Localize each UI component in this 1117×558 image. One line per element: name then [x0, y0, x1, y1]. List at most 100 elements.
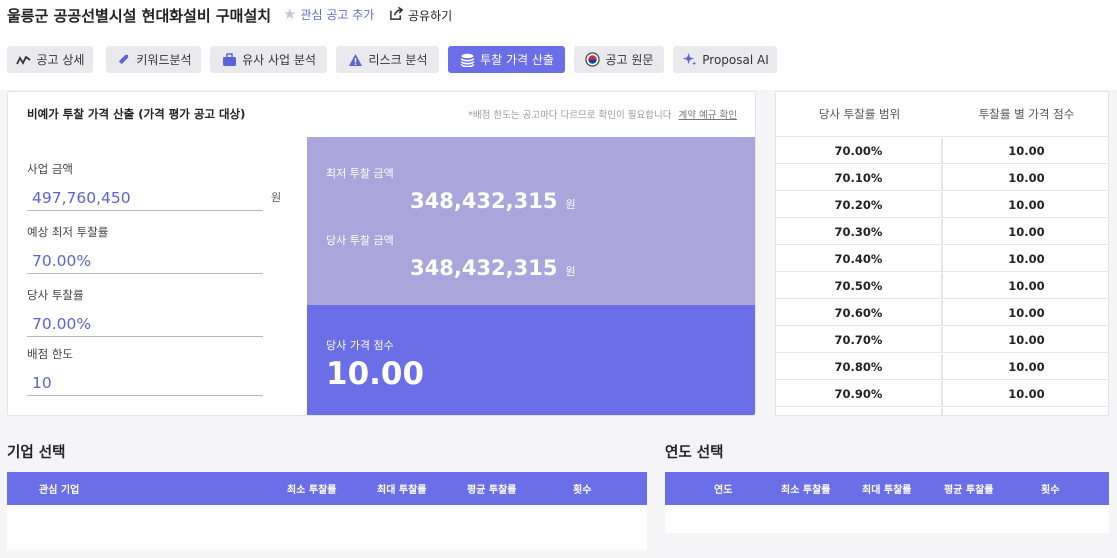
year-header-cell: 최소 투찰률 — [781, 485, 831, 496]
chart-line-icon — [16, 52, 32, 68]
table-row: 70.80% 10.00 — [776, 354, 1108, 381]
rate-cell: 70.50% — [776, 273, 943, 299]
score-cell: 10.00 — [943, 381, 1108, 407]
table-row: 70.20% 10.00 — [776, 192, 1108, 219]
tag-icon — [115, 52, 131, 68]
favorite-button[interactable]: ★ 관심 공고 추가 — [283, 6, 374, 23]
company-header-cell: 관심 기업 — [39, 485, 80, 496]
min-bid-amount: 348,432,315 원 — [410, 189, 576, 213]
star-icon: ★ — [283, 5, 297, 23]
business-amount-unit: 원 — [271, 191, 282, 204]
score-cell: 10.00 — [943, 246, 1108, 272]
our-bid-value: 348,432,315 — [410, 256, 558, 280]
note-text: *배점 한도는 공고마다 다르므로 확인이 필요합니다 — [468, 110, 672, 121]
company-header-cell: 횟수 — [573, 485, 592, 496]
tab-label: 공고 상세 — [36, 53, 85, 67]
min-bid-unit: 원 — [565, 198, 576, 211]
table-row: 70.90% 10.00 — [776, 381, 1108, 408]
calculator-note: *배점 한도는 공고마다 다르므로 확인이 필요합니다 계약 예규 확인 — [468, 107, 737, 121]
expected-min-rate-input[interactable]: 70.00% — [27, 248, 263, 274]
page-title: 울릉군 공공선별시설 현대화설비 구매설치 — [7, 7, 272, 25]
rate-cell: 70.90% — [776, 381, 943, 407]
table-row: 70.50% 10.00 — [776, 273, 1108, 300]
company-section-title: 기업 선택 — [7, 445, 66, 461]
rate-cell: 70.20% — [776, 192, 943, 218]
tab-similar-projects[interactable]: 유사 사업 분석 — [210, 46, 327, 73]
our-bid-amount: 348,432,315 원 — [410, 256, 576, 280]
contract-rule-link[interactable]: 계약 예규 확인 — [679, 110, 737, 121]
price-score-header: 투찰률 별 가격 점수 — [978, 107, 1075, 121]
expected-min-rate-label: 예상 최저 투찰률 — [27, 225, 109, 239]
tab-keyword-analysis[interactable]: 키워드분석 — [106, 46, 201, 73]
tab-label: 투찰 가격 산출 — [480, 53, 554, 67]
bid-amount-panel: 최저 투찰 금액 348,432,315 원 당사 투찰 금액 348,432,… — [307, 137, 755, 305]
score-cell — [943, 408, 1108, 415]
year-header-cell: 평균 투찰률 — [944, 485, 994, 496]
table-row: 70.70% 10.00 — [776, 327, 1108, 354]
score-cell: 10.00 — [943, 165, 1108, 191]
warning-icon — [347, 52, 363, 68]
year-table-header: 연도 최소 투찰률 최대 투찰률 평균 투찰률 횟수 — [665, 472, 1109, 505]
score-cell: 10.00 — [943, 192, 1108, 218]
rate-cell: 70.80% — [776, 354, 943, 380]
company-header-cell: 최대 투찰률 — [377, 485, 427, 496]
our-rate-label: 당사 투찰률 — [27, 288, 84, 302]
score-cell: 10.00 — [943, 354, 1108, 380]
tab-notice-original[interactable]: 공고 원문 — [574, 46, 664, 73]
our-bid-label: 당사 투찰 금액 — [326, 234, 394, 247]
company-header-cell: 최소 투찰률 — [287, 485, 337, 496]
rate-score-table: 당사 투찰률 범위 투찰률 별 가격 점수 70.00% 10.00 70.10%… — [775, 91, 1109, 416]
company-header-cell: 평균 투찰률 — [467, 485, 517, 496]
year-table-body — [665, 505, 1109, 533]
briefcase-icon — [221, 52, 237, 68]
our-rate-input[interactable]: 70.00% — [27, 311, 263, 337]
year-header-cell: 최대 투찰률 — [862, 485, 912, 496]
bid-calculator-card: 비예가 투찰 가격 산출 (가격 평가 공고 대상) *배점 한도는 공고마다 … — [7, 91, 756, 416]
korea-flag-icon — [585, 52, 601, 68]
our-score-label: 당사 가격 점수 — [326, 339, 394, 352]
table-row-partial — [776, 408, 1108, 415]
tab-label: 공고 원문 — [605, 53, 654, 67]
our-score-value: 10.00 — [326, 356, 425, 392]
rate-cell: 70.60% — [776, 300, 943, 326]
calculator-title: 비예가 투찰 가격 산출 (가격 평가 공고 대상) — [27, 107, 246, 121]
rate-cell: 70.70% — [776, 327, 943, 353]
tab-label: 유사 사업 분석 — [242, 53, 316, 67]
tab-label: 리스크 분석 — [368, 53, 428, 67]
business-amount-label: 사업 금액 — [27, 162, 73, 176]
rate-cell: 70.10% — [776, 165, 943, 191]
title-bar: 울릉군 공공선별시설 현대화설비 구매설치 ★ 관심 공고 추가 공유하기 — [0, 0, 1117, 30]
year-section-title: 연도 선택 — [665, 445, 724, 461]
tab-proposal-ai[interactable]: Proposal AI — [673, 46, 777, 73]
rate-range-header: 당사 투찰률 범위 — [818, 107, 901, 121]
rate-cell: 70.40% — [776, 246, 943, 272]
table-row: 70.60% 10.00 — [776, 300, 1108, 327]
share-button[interactable]: 공유하기 — [389, 6, 452, 24]
tab-notice-detail[interactable]: 공고 상세 — [7, 46, 93, 73]
tab-risk-analysis[interactable]: 리스크 분석 — [336, 46, 439, 73]
score-cell: 10.00 — [943, 138, 1108, 164]
year-header-cell: 횟수 — [1041, 485, 1060, 496]
min-bid-label: 최저 투찰 금액 — [326, 167, 394, 180]
year-header-cell: 연도 — [714, 485, 733, 496]
coins-icon — [459, 52, 475, 68]
tab-bid-price-calc[interactable]: 투찰 가격 산출 — [448, 46, 565, 73]
score-limit-label: 배점 한도 — [27, 347, 73, 361]
score-limit-input[interactable]: 10 — [27, 370, 263, 396]
table-row: 70.40% 10.00 — [776, 246, 1108, 273]
rate-table-header: 당사 투찰률 범위 투찰률 별 가격 점수 — [776, 92, 1108, 137]
sparkle-icon — [681, 52, 697, 68]
rate-cell: 70.00% — [776, 138, 943, 164]
business-amount-input[interactable]: 497,760,450 — [27, 185, 263, 211]
share-icon — [389, 6, 404, 24]
tab-label: Proposal AI — [702, 52, 769, 67]
score-cell: 10.00 — [943, 219, 1108, 245]
rate-cell — [776, 408, 943, 415]
our-bid-unit: 원 — [565, 265, 576, 278]
score-cell: 10.00 — [943, 273, 1108, 299]
price-score-panel: 당사 가격 점수 10.00 — [307, 305, 755, 415]
share-label: 공유하기 — [408, 8, 453, 23]
table-row: 70.00% 10.00 — [776, 138, 1108, 165]
rate-cell: 70.30% — [776, 219, 943, 245]
score-cell: 10.00 — [943, 327, 1108, 353]
